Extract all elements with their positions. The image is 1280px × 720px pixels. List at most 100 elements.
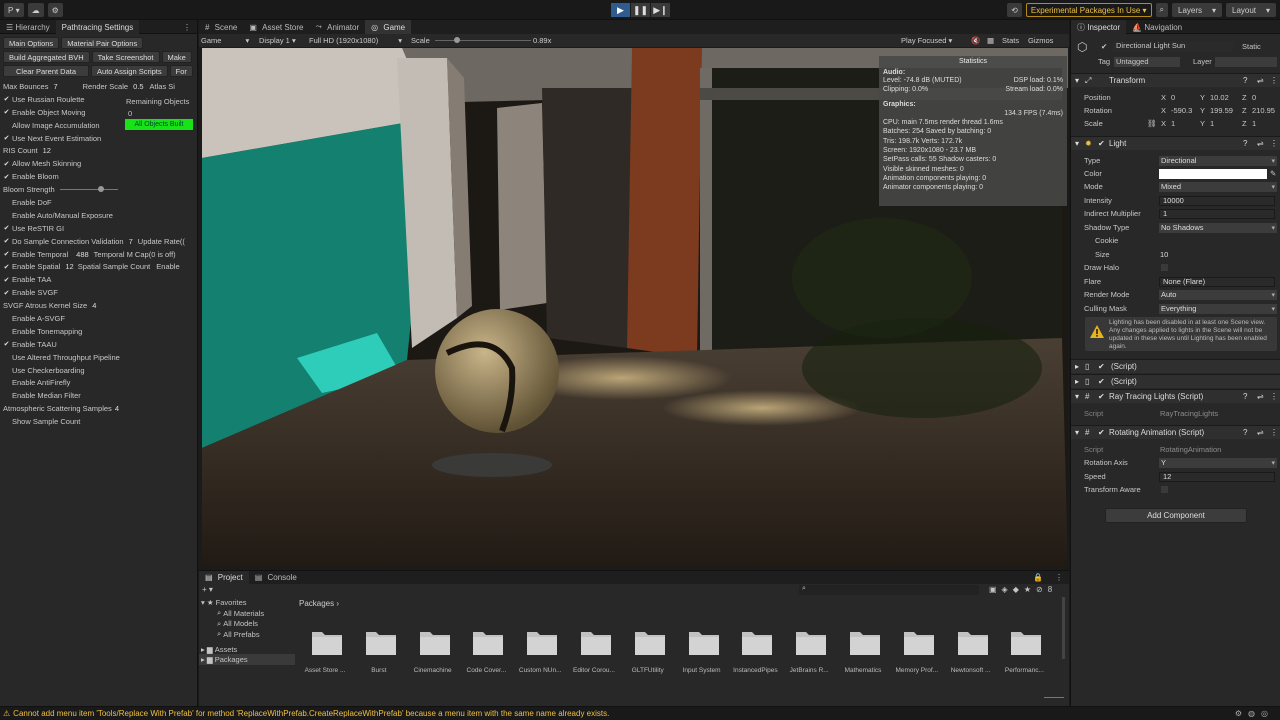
indirect-field[interactable]: 1	[1159, 208, 1275, 219]
checkbox-icon[interactable]	[3, 379, 10, 386]
bloom-strength-handle[interactable]	[98, 186, 104, 193]
help-icon[interactable]: ?	[1243, 428, 1247, 437]
active-checkbox[interactable]: ✔	[1101, 42, 1107, 51]
layer-dropdown[interactable]	[1215, 56, 1277, 67]
option-asvgf[interactable]: Enable A-SVGF	[0, 312, 197, 325]
material-pair-options-button[interactable]: Material Pair Options	[61, 37, 144, 49]
checkbox-icon[interactable]	[3, 392, 10, 399]
main-options-button[interactable]: Main Options	[3, 37, 60, 49]
option-restir-gi[interactable]: ✔ Use ReSTIR GI	[0, 222, 197, 235]
cloud-icon[interactable]: ☁	[27, 3, 44, 17]
light-enabled-checkbox[interactable]: ✔	[1098, 139, 1105, 148]
tree-favorites[interactable]: ▾ ★ Favorites	[199, 597, 295, 608]
mute-audio-icon[interactable]: 🔇	[971, 36, 980, 45]
option-spatial[interactable]: ✔ Enable Spatial 12 Spatial Sample Count Ena…	[0, 260, 197, 273]
folder-item[interactable]: Asset Store ...	[298, 629, 348, 679]
checkbox-icon[interactable]	[3, 212, 10, 219]
static-toggle[interactable]: Static	[1242, 42, 1261, 51]
transform-header[interactable]: ▾ ⤢ Transform ? ⇌ ⋮	[1071, 73, 1280, 87]
checkbox-icon[interactable]: ✔	[3, 263, 10, 271]
option-dof[interactable]: Enable DoF	[0, 196, 197, 209]
status-message[interactable]: Cannot add menu item 'Tools/Replace With…	[13, 709, 609, 718]
folder-item[interactable]: Input System	[675, 629, 725, 679]
checkbox-icon[interactable]: ✔	[3, 276, 10, 284]
option-median-filter[interactable]: Enable Median Filter	[0, 389, 197, 402]
checkbox-icon[interactable]	[3, 199, 10, 206]
spatial-count-field[interactable]: 12	[65, 262, 73, 271]
checkbox-icon[interactable]: ✔	[3, 341, 10, 348]
bloom-strength-slider[interactable]	[60, 189, 118, 191]
render-mode-dropdown[interactable]: Auto	[1159, 289, 1277, 300]
folder-item[interactable]: Memory Prof...	[890, 629, 940, 679]
folder-item[interactable]: InstancedPipes	[728, 629, 778, 679]
stats-button[interactable]: Stats	[1002, 36, 1019, 45]
play-focused-dropdown[interactable]: Play Focused ▾	[901, 36, 952, 45]
tab-pathtracing-settings[interactable]: Pathtracing Settings	[55, 20, 140, 34]
foldout-arrow-icon[interactable]: ▾	[1075, 392, 1079, 401]
script2-checkbox[interactable]: ✔	[1098, 377, 1105, 386]
ray-tracing-lights-header[interactable]: ▾ # ✔ Ray Tracing Lights (Script) ? ⇌ ⋮	[1071, 389, 1280, 403]
scrollbar[interactable]	[1062, 597, 1065, 659]
foldout-arrow-icon[interactable]: ▸	[1075, 362, 1079, 371]
checkbox-icon[interactable]: ✔	[3, 135, 10, 142]
kebab-icon[interactable]: ⋮	[1270, 392, 1278, 401]
svgf-kernel-field[interactable]: 4	[92, 301, 96, 310]
atmo-samples-field[interactable]: 4	[115, 404, 119, 413]
type-dropdown[interactable]: Directional	[1159, 155, 1277, 166]
project-search-input[interactable]: ⌕	[799, 585, 979, 595]
object-name-field[interactable]: Directional Light Sun	[1113, 41, 1233, 52]
tab-project[interactable]: ▤ Project	[199, 571, 249, 584]
folder-item[interactable]: Newtonsoft ...	[944, 629, 994, 679]
frame-debug-icon[interactable]: ▦	[987, 36, 994, 45]
intensity-field[interactable]: 10000	[1159, 195, 1275, 206]
scale-y-field[interactable]: 1	[1210, 119, 1214, 128]
preset-icon[interactable]: ⇌	[1257, 392, 1264, 401]
folder-item[interactable]: Custom NUn...	[513, 629, 563, 679]
preset-icon[interactable]: ⇌	[1257, 76, 1264, 85]
game-dropdown[interactable]: Game ▾	[201, 36, 249, 45]
tree-all-prefabs[interactable]: ⌕ All Prefabs	[199, 629, 295, 640]
option-tonemapping[interactable]: Enable Tonemapping	[0, 325, 197, 338]
color-swatch[interactable]	[1159, 168, 1267, 179]
make-button[interactable]: Make	[161, 51, 192, 63]
pause-icon[interactable]: ❚❚	[631, 3, 650, 17]
position-y-field[interactable]: 10.02	[1210, 93, 1229, 102]
option-checkerboarding[interactable]: Use Checkerboarding	[0, 364, 197, 377]
halo-checkbox[interactable]	[1161, 264, 1168, 271]
scale-x-field[interactable]: 1	[1171, 119, 1175, 128]
kebab-icon[interactable]: ⋮	[1270, 139, 1278, 148]
option-temporal[interactable]: ✔ Enable Temporal 488 Temporal M Cap(0 is o…	[0, 248, 197, 261]
checkbox-icon[interactable]: ✔	[3, 173, 10, 181]
kebab-icon[interactable]: ⋮	[1270, 428, 1278, 437]
tree-packages[interactable]: ▸ ▆ Packages	[199, 654, 295, 666]
folder-item[interactable]: Editor Corou...	[567, 629, 617, 679]
clear-parent-data-button[interactable]: Clear Parent Data	[3, 65, 90, 77]
add-component-button[interactable]: Add Component	[1105, 508, 1247, 523]
folder-item[interactable]: Mathematics	[836, 629, 886, 679]
more-icon[interactable]: ⋮	[177, 20, 197, 34]
rotation-y-field[interactable]: 199.59	[1210, 106, 1233, 115]
light-header[interactable]: ▾ ✹ ✔ Light ? ⇌ ⋮	[1071, 136, 1280, 150]
link-icon[interactable]: ⛓	[1147, 119, 1157, 128]
position-x-field[interactable]: 0	[1171, 93, 1175, 102]
scale-z-field[interactable]: 1	[1252, 119, 1256, 128]
checkbox-icon[interactable]	[3, 315, 10, 322]
breadcrumb[interactable]: Packages ›	[299, 599, 339, 608]
foldout-arrow-icon[interactable]: ▾	[1075, 139, 1079, 148]
history-icon[interactable]: ⟲	[1007, 3, 1022, 17]
preset-icon[interactable]: ⇌	[1257, 139, 1264, 148]
eyedropper-icon[interactable]: ✎	[1270, 169, 1276, 178]
folder-item[interactable]: Code Cover...	[459, 629, 509, 679]
option-svgf[interactable]: ✔ Enable SVGF	[0, 286, 197, 299]
checkbox-icon[interactable]: ✔	[3, 289, 10, 297]
take-screenshot-button[interactable]: Take Screenshot	[91, 51, 160, 63]
option-altered-throughput[interactable]: Use Altered Throughput Pipeline	[0, 351, 197, 364]
force-button[interactable]: For	[169, 65, 193, 77]
script1-checkbox[interactable]: ✔	[1098, 362, 1105, 371]
scale-slider-handle[interactable]	[454, 37, 461, 43]
tab-animator[interactable]: ⤳ Animator	[310, 20, 366, 34]
help-icon[interactable]: ?	[1243, 139, 1247, 148]
foldout-arrow-icon[interactable]: ▸	[1075, 377, 1079, 386]
gizmos-dropdown[interactable]: Gizmos	[1028, 36, 1053, 45]
help-icon[interactable]: ?	[1243, 392, 1247, 401]
